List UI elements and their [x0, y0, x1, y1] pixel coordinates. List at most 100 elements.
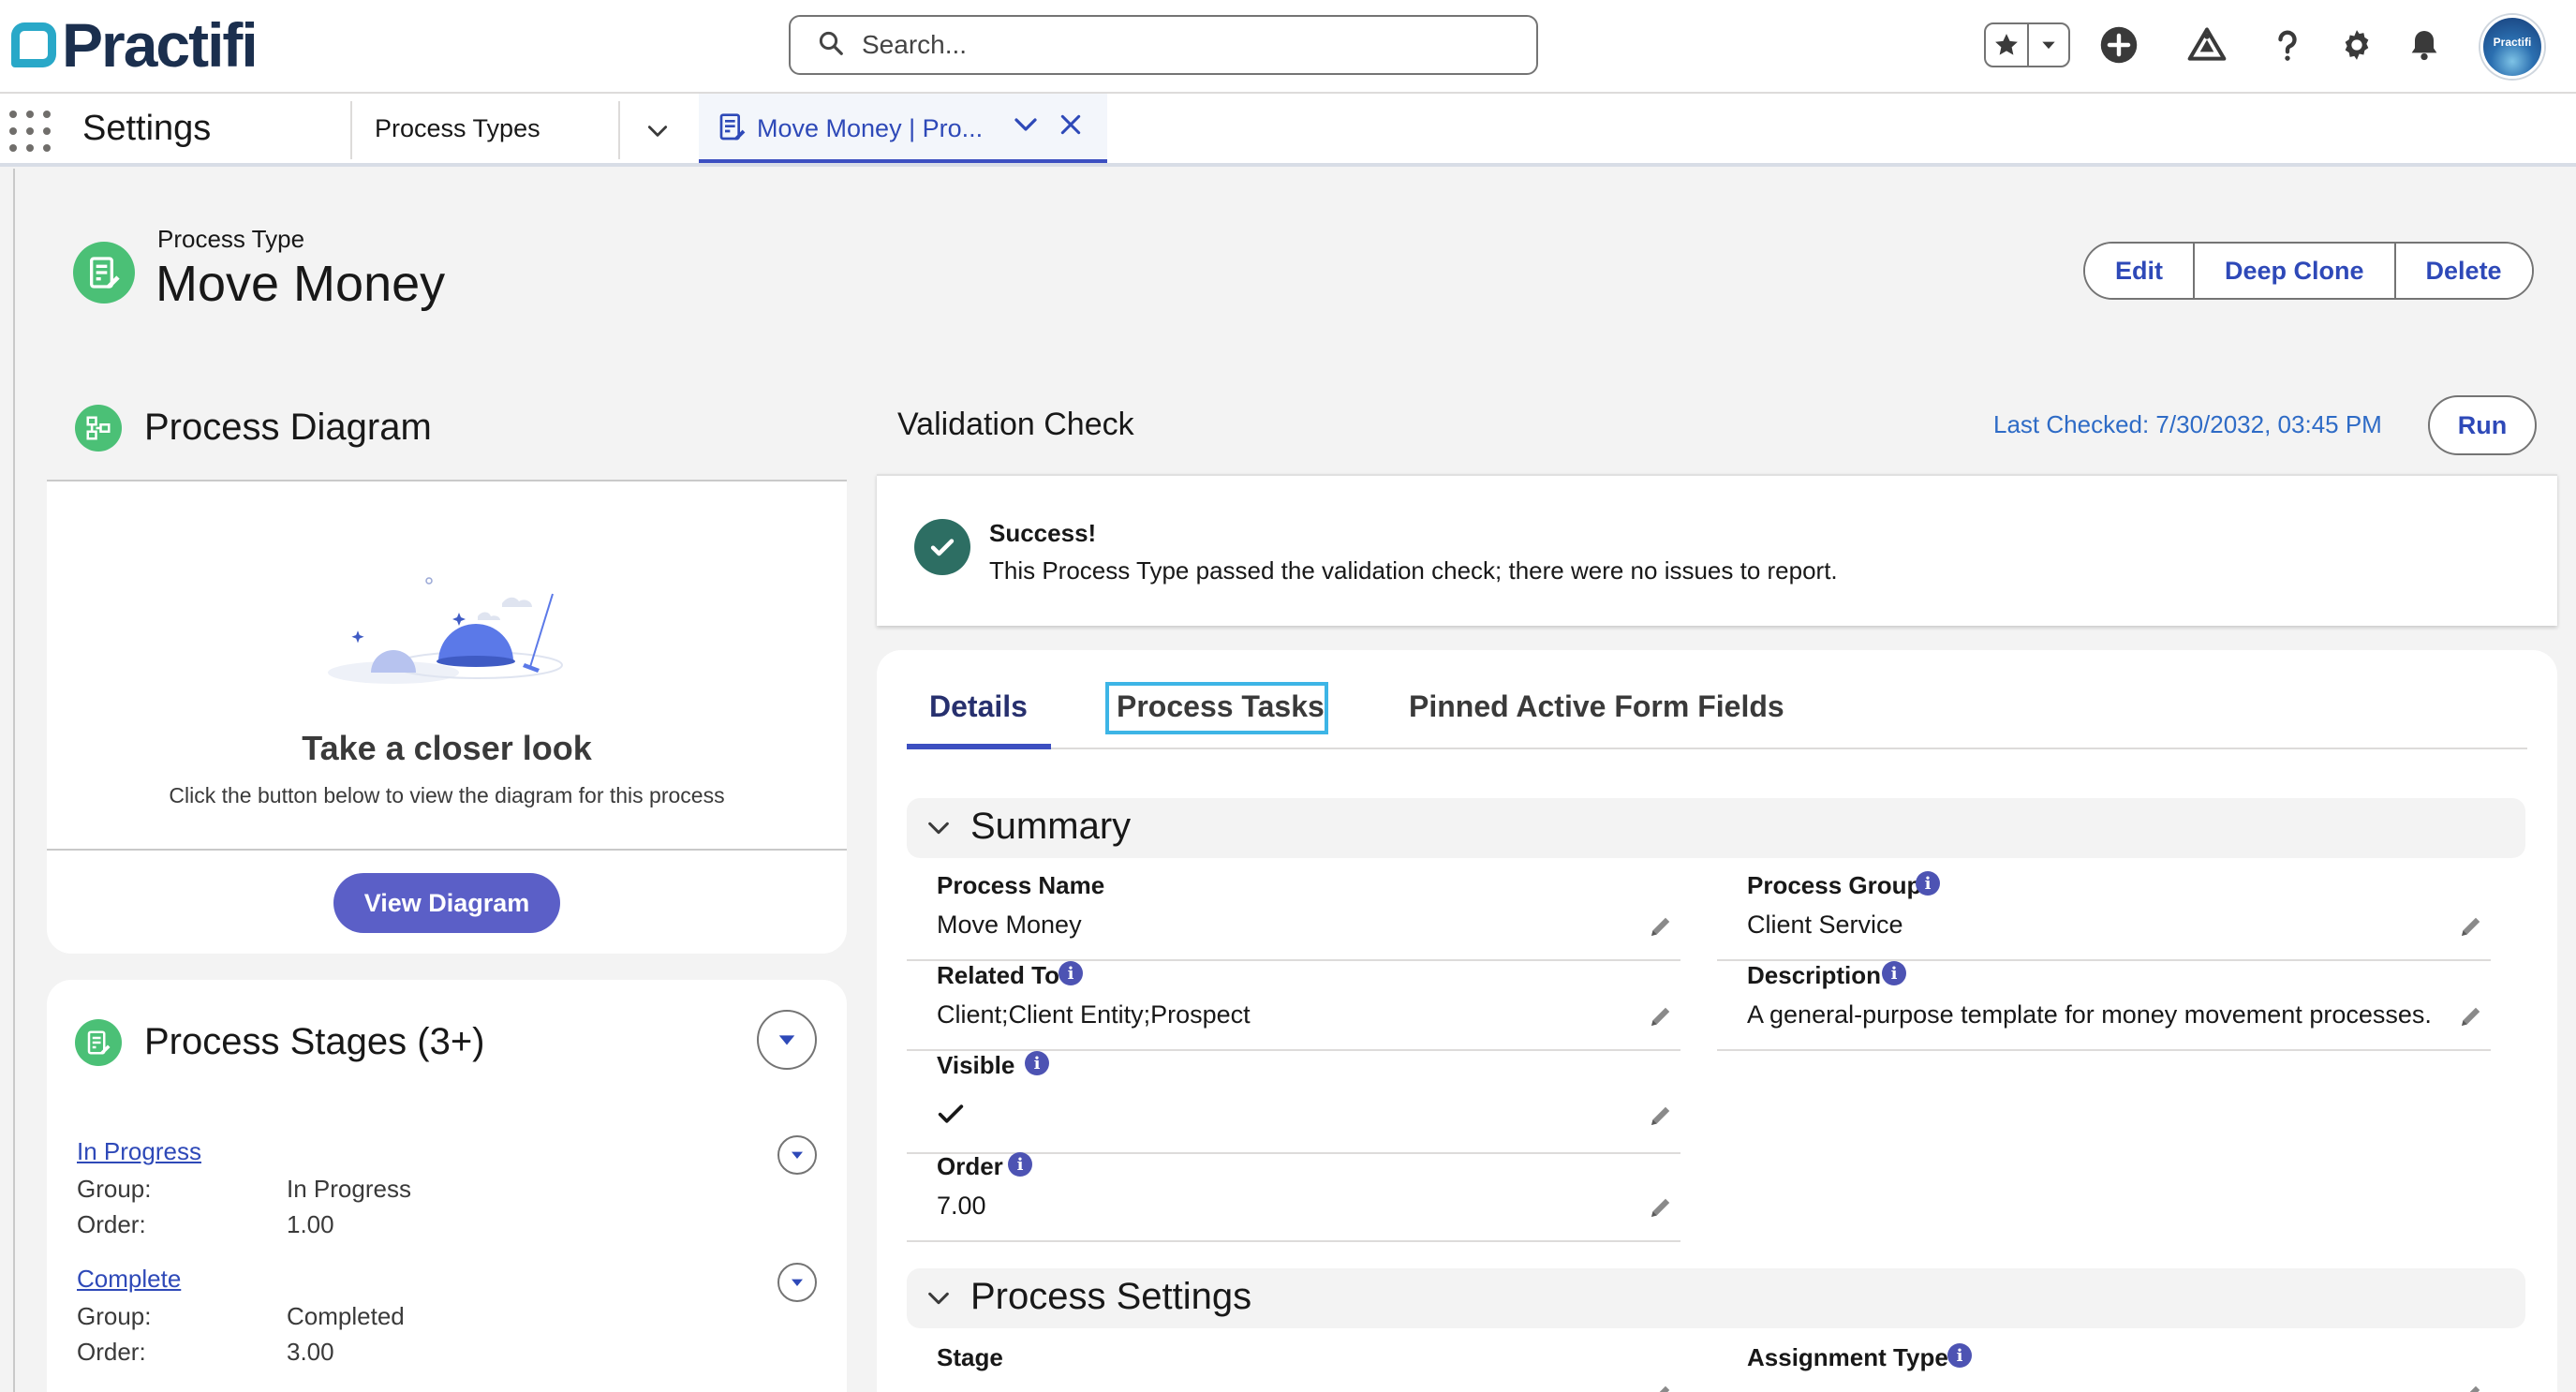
success-check-icon [914, 519, 970, 575]
process-diagram-card: Take a closer look Click the button belo… [47, 480, 847, 954]
field-visible: Visible i [907, 1051, 1680, 1154]
view-diagram-button[interactable]: View Diagram [333, 873, 560, 933]
search-input[interactable] [862, 30, 1517, 60]
favorites-dropdown-icon[interactable] [2027, 24, 2068, 66]
info-icon[interactable]: i [1008, 1152, 1032, 1177]
workspace-tab-move-money[interactable]: Move Money | Pro... [699, 94, 1107, 163]
process-diagram-icon [75, 405, 122, 452]
field-label: Stage [937, 1343, 1003, 1371]
divider [47, 849, 847, 851]
page-border [13, 169, 15, 1392]
field-label: Assignment Type [1747, 1343, 1948, 1371]
stage-row-menu-button[interactable] [777, 1263, 817, 1302]
chevron-down-icon [778, 1035, 795, 1045]
field-value: 7.00 [937, 1192, 986, 1220]
edit-pencil-icon[interactable] [2457, 1381, 2485, 1392]
stage-row-menu-button[interactable] [777, 1135, 817, 1175]
edit-pencil-icon[interactable] [1647, 912, 1675, 945]
edit-pencil-icon[interactable] [1647, 1381, 1675, 1392]
last-checked-timestamp: Last Checked: 7/30/2032, 03:45 PM [1993, 410, 2382, 438]
info-icon[interactable]: i [1947, 1343, 1972, 1368]
field-related-to: Related To i Client;Client Entity;Prospe… [907, 961, 1680, 1051]
stage-order-value: 1.00 [287, 1210, 334, 1238]
edit-pencil-icon[interactable] [2457, 912, 2485, 945]
field-value: A general-purpose template for money mov… [1747, 1000, 2432, 1029]
practifi-logo[interactable]: Practifi [11, 10, 259, 80]
app-launcher-icon[interactable] [9, 111, 51, 152]
add-icon[interactable] [2093, 19, 2145, 71]
record-actions: Edit Deep Clone Delete [2083, 242, 2534, 300]
help-icon[interactable] [2261, 19, 2314, 71]
trailhead-icon[interactable] [2181, 19, 2233, 71]
chevron-down-icon[interactable] [639, 112, 676, 150]
edit-button[interactable]: Edit [2085, 244, 2193, 298]
tabs-divider [907, 748, 2527, 749]
closer-look-illustration [318, 556, 590, 702]
field-assignment-type: Assignment Type i [1717, 1343, 2491, 1392]
process-stages-icon [75, 1019, 122, 1066]
record-details-card: Details Process Tasks Pinned Active Form… [877, 650, 2557, 1392]
stages-menu-button[interactable] [757, 1010, 817, 1070]
workspace-tab-label: Move Money | Pro... [757, 114, 984, 142]
close-tab-icon[interactable] [1059, 112, 1083, 141]
navigation-bar: Settings Process Types Move Money | Pro.… [0, 94, 2576, 167]
stage-order-label: Order: [77, 1210, 146, 1238]
run-validation-button[interactable]: Run [2428, 395, 2537, 455]
field-value: Move Money [937, 911, 1082, 939]
stage-link-in-progress[interactable]: In Progress [77, 1137, 201, 1166]
chevron-down-icon [925, 1285, 952, 1316]
field-order: Order i 7.00 [907, 1152, 1680, 1242]
favorites-star-icon[interactable] [1986, 24, 2027, 66]
edit-pencil-icon[interactable] [2457, 1002, 2485, 1035]
nav-item-process-types[interactable]: Process Types [375, 114, 540, 143]
edit-pencil-icon[interactable] [1647, 1102, 1675, 1134]
edit-pencil-icon[interactable] [1647, 1193, 1675, 1226]
stage-link-complete[interactable]: Complete [77, 1265, 181, 1294]
process-stages-title: Process Stages (3+) [144, 1021, 485, 1062]
favorites-group [1984, 22, 2070, 67]
info-icon[interactable]: i [1059, 961, 1083, 985]
stage-group-value: Completed [287, 1302, 405, 1330]
summary-section-title: Summary [970, 806, 1132, 847]
field-label: Process Group [1747, 871, 1922, 899]
field-label: Process Name [937, 871, 1105, 899]
tab-pinned-active-form-fields[interactable]: Pinned Active Form Fields [1409, 689, 1784, 724]
record-type-label: Process Type [157, 225, 305, 253]
closer-look-subtitle: Click the button below to view the diagr… [169, 783, 725, 807]
validation-check-title: Validation Check [897, 407, 1134, 442]
page-title: Move Money [155, 256, 446, 312]
process-diagram-title: Process Diagram [144, 407, 432, 448]
global-header: Practifi Practifi [0, 0, 2576, 94]
chevron-down-icon [792, 1279, 803, 1286]
logo-text: Practifi [62, 10, 259, 80]
user-avatar[interactable]: Practifi [2480, 15, 2544, 79]
process-settings-section-header[interactable]: Process Settings [907, 1268, 2525, 1328]
field-label: Order [937, 1152, 1003, 1180]
notifications-bell-icon[interactable] [2398, 19, 2450, 71]
search-icon [817, 29, 845, 62]
stage-group-label: Group: [77, 1175, 152, 1203]
field-value: Client Service [1747, 911, 1903, 939]
active-tab-indicator [907, 744, 1051, 749]
nav-divider [350, 101, 352, 159]
process-type-icon [718, 112, 748, 147]
record-header: Process Type Move Money Edit Deep Clone … [15, 169, 2576, 347]
app-name: Settings [82, 109, 212, 148]
info-icon[interactable]: i [1882, 961, 1906, 985]
tab-process-tasks[interactable]: Process Tasks [1117, 689, 1325, 724]
chevron-down-icon[interactable] [1012, 111, 1040, 143]
deep-clone-button[interactable]: Deep Clone [2193, 244, 2394, 298]
edit-pencil-icon[interactable] [1647, 1002, 1675, 1035]
field-label: Related To [937, 961, 1059, 989]
summary-section-header[interactable]: Summary [907, 798, 2525, 858]
stage-group-value: In Progress [287, 1175, 411, 1203]
field-process-name: Process Name Move Money [907, 871, 1680, 961]
setup-gear-icon[interactable] [2331, 19, 2383, 71]
stage-order-label: Order: [77, 1338, 146, 1366]
field-label: Visible [937, 1051, 1015, 1079]
info-icon[interactable]: i [1025, 1051, 1049, 1075]
tab-details[interactable]: Details [929, 689, 1028, 724]
global-search[interactable] [789, 15, 1538, 75]
delete-button[interactable]: Delete [2393, 244, 2532, 298]
info-icon[interactable]: i [1916, 871, 1940, 896]
